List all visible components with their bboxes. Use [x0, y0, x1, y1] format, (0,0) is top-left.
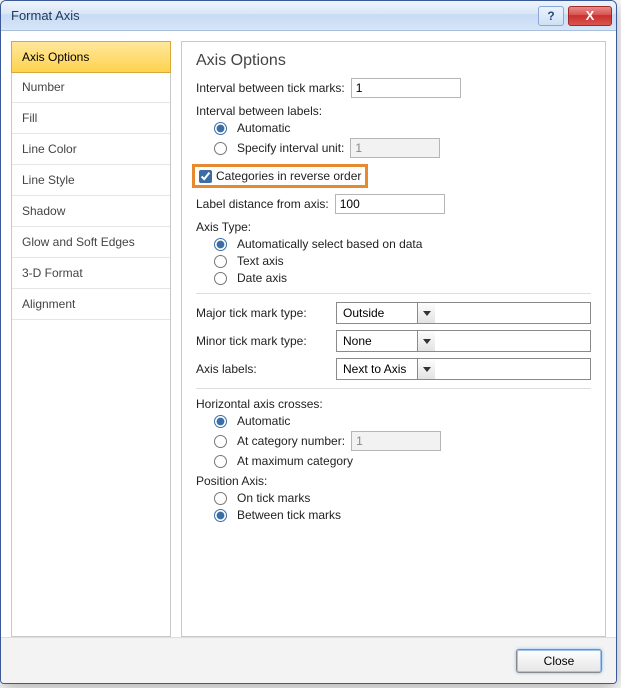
chevron-down-icon: [423, 367, 431, 372]
label-position-axis: Position Axis:: [196, 474, 591, 488]
row-hcross-cat: At category number:: [214, 431, 591, 451]
tick-mark-grid: Major tick mark type: Outside Minor tick…: [196, 302, 591, 380]
sidebar-item-axis-options[interactable]: Axis Options: [11, 41, 171, 73]
sidebar-item-3d-format[interactable]: 3-D Format: [12, 258, 170, 289]
dialog-body: Axis Options Number Fill Line Color Line…: [1, 31, 616, 637]
row-label-distance: Label distance from axis:: [196, 194, 591, 214]
radio-interval-specify[interactable]: [214, 142, 227, 155]
label-hcross-max: At maximum category: [237, 454, 353, 468]
help-button[interactable]: ?: [538, 6, 564, 26]
radio-pos-between[interactable]: [214, 509, 227, 522]
label-hcross-category: At category number:: [237, 434, 345, 448]
select-minor-tick-arrow: [417, 331, 435, 351]
label-label-distance: Label distance from axis:: [196, 197, 329, 211]
select-axis-labels-arrow: [417, 359, 435, 379]
panel-heading: Axis Options: [196, 52, 591, 70]
radio-interval-automatic[interactable]: [214, 122, 227, 135]
close-button[interactable]: Close: [516, 649, 602, 673]
radio-axis-type-text[interactable]: [214, 255, 227, 268]
label-axis-type-date: Date axis: [237, 271, 287, 285]
input-interval-specify[interactable]: [350, 138, 440, 158]
sidebar-item-line-color[interactable]: Line Color: [12, 134, 170, 165]
options-panel: Axis Options Interval between tick marks…: [181, 41, 606, 637]
radio-axis-type-date[interactable]: [214, 272, 227, 285]
label-pos-between: Between tick marks: [237, 508, 341, 522]
dialog-footer: Close: [1, 637, 616, 683]
window-title: Format Axis: [11, 8, 538, 23]
select-major-tick-value: Outside: [337, 303, 417, 323]
chevron-down-icon: [423, 311, 431, 316]
radio-hcross-max[interactable]: [214, 455, 227, 468]
format-axis-dialog: Format Axis ? X Axis Options Number Fill…: [0, 0, 617, 684]
titlebar: Format Axis ? X: [1, 1, 616, 31]
radio-hcross-auto[interactable]: [214, 415, 227, 428]
row-interval-ticks: Interval between tick marks:: [196, 78, 591, 98]
sidebar-item-number[interactable]: Number: [12, 72, 170, 103]
radio-pos-on-ticks[interactable]: [214, 492, 227, 505]
row-pos-between: Between tick marks: [214, 508, 591, 522]
row-interval-specify: Specify interval unit:: [214, 138, 591, 158]
input-interval-ticks[interactable]: [351, 78, 461, 98]
sidebar-item-line-style[interactable]: Line Style: [12, 165, 170, 196]
row-axis-type-auto: Automatically select based on data: [214, 237, 591, 251]
select-major-tick[interactable]: Outside: [336, 302, 591, 324]
category-sidebar: Axis Options Number Fill Line Color Line…: [11, 41, 171, 637]
row-hcross-auto: Automatic: [214, 414, 591, 428]
chevron-down-icon: [423, 339, 431, 344]
label-interval-ticks: Interval between tick marks:: [196, 81, 345, 95]
window-close-button[interactable]: X: [568, 6, 612, 26]
select-minor-tick-value: None: [337, 331, 417, 351]
select-axis-labels[interactable]: Next to Axis: [336, 358, 591, 380]
select-axis-labels-value: Next to Axis: [337, 359, 417, 379]
row-pos-on-ticks: On tick marks: [214, 491, 591, 505]
label-major-tick: Major tick mark type:: [196, 306, 336, 320]
label-axis-type-text: Text axis: [237, 254, 284, 268]
label-axis-type-auto: Automatically select based on data: [237, 237, 422, 251]
row-axis-type-date: Date axis: [214, 271, 591, 285]
row-interval-auto: Automatic: [214, 121, 591, 135]
input-label-distance[interactable]: [335, 194, 445, 214]
checkbox-categories-reverse[interactable]: [199, 170, 212, 183]
row-hcross-max: At maximum category: [214, 454, 591, 468]
label-pos-on-ticks: On tick marks: [237, 491, 310, 505]
sidebar-item-alignment[interactable]: Alignment: [12, 289, 170, 320]
select-minor-tick[interactable]: None: [336, 330, 591, 352]
separator-2: [196, 388, 591, 389]
radio-hcross-category[interactable]: [214, 435, 227, 448]
sidebar-item-shadow[interactable]: Shadow: [12, 196, 170, 227]
sidebar-item-glow-soft-edges[interactable]: Glow and Soft Edges: [12, 227, 170, 258]
label-minor-tick: Minor tick mark type:: [196, 334, 336, 348]
label-categories-reverse: Categories in reverse order: [216, 169, 361, 183]
sidebar-item-fill[interactable]: Fill: [12, 103, 170, 134]
label-axis-labels: Axis labels:: [196, 362, 336, 376]
close-icon: X: [586, 8, 595, 23]
label-hcross-auto: Automatic: [237, 414, 290, 428]
separator-1: [196, 293, 591, 294]
label-interval-automatic: Automatic: [237, 121, 290, 135]
select-major-tick-arrow: [417, 303, 435, 323]
help-icon: ?: [547, 9, 554, 23]
label-axis-type: Axis Type:: [196, 220, 591, 234]
radio-axis-type-auto[interactable]: [214, 238, 227, 251]
label-interval-labels: Interval between labels:: [196, 104, 591, 118]
highlight-categories-reverse: Categories in reverse order: [192, 164, 368, 188]
label-interval-specify: Specify interval unit:: [237, 141, 344, 155]
label-hcross: Horizontal axis crosses:: [196, 397, 591, 411]
row-axis-type-text: Text axis: [214, 254, 591, 268]
input-hcross-category[interactable]: [351, 431, 441, 451]
